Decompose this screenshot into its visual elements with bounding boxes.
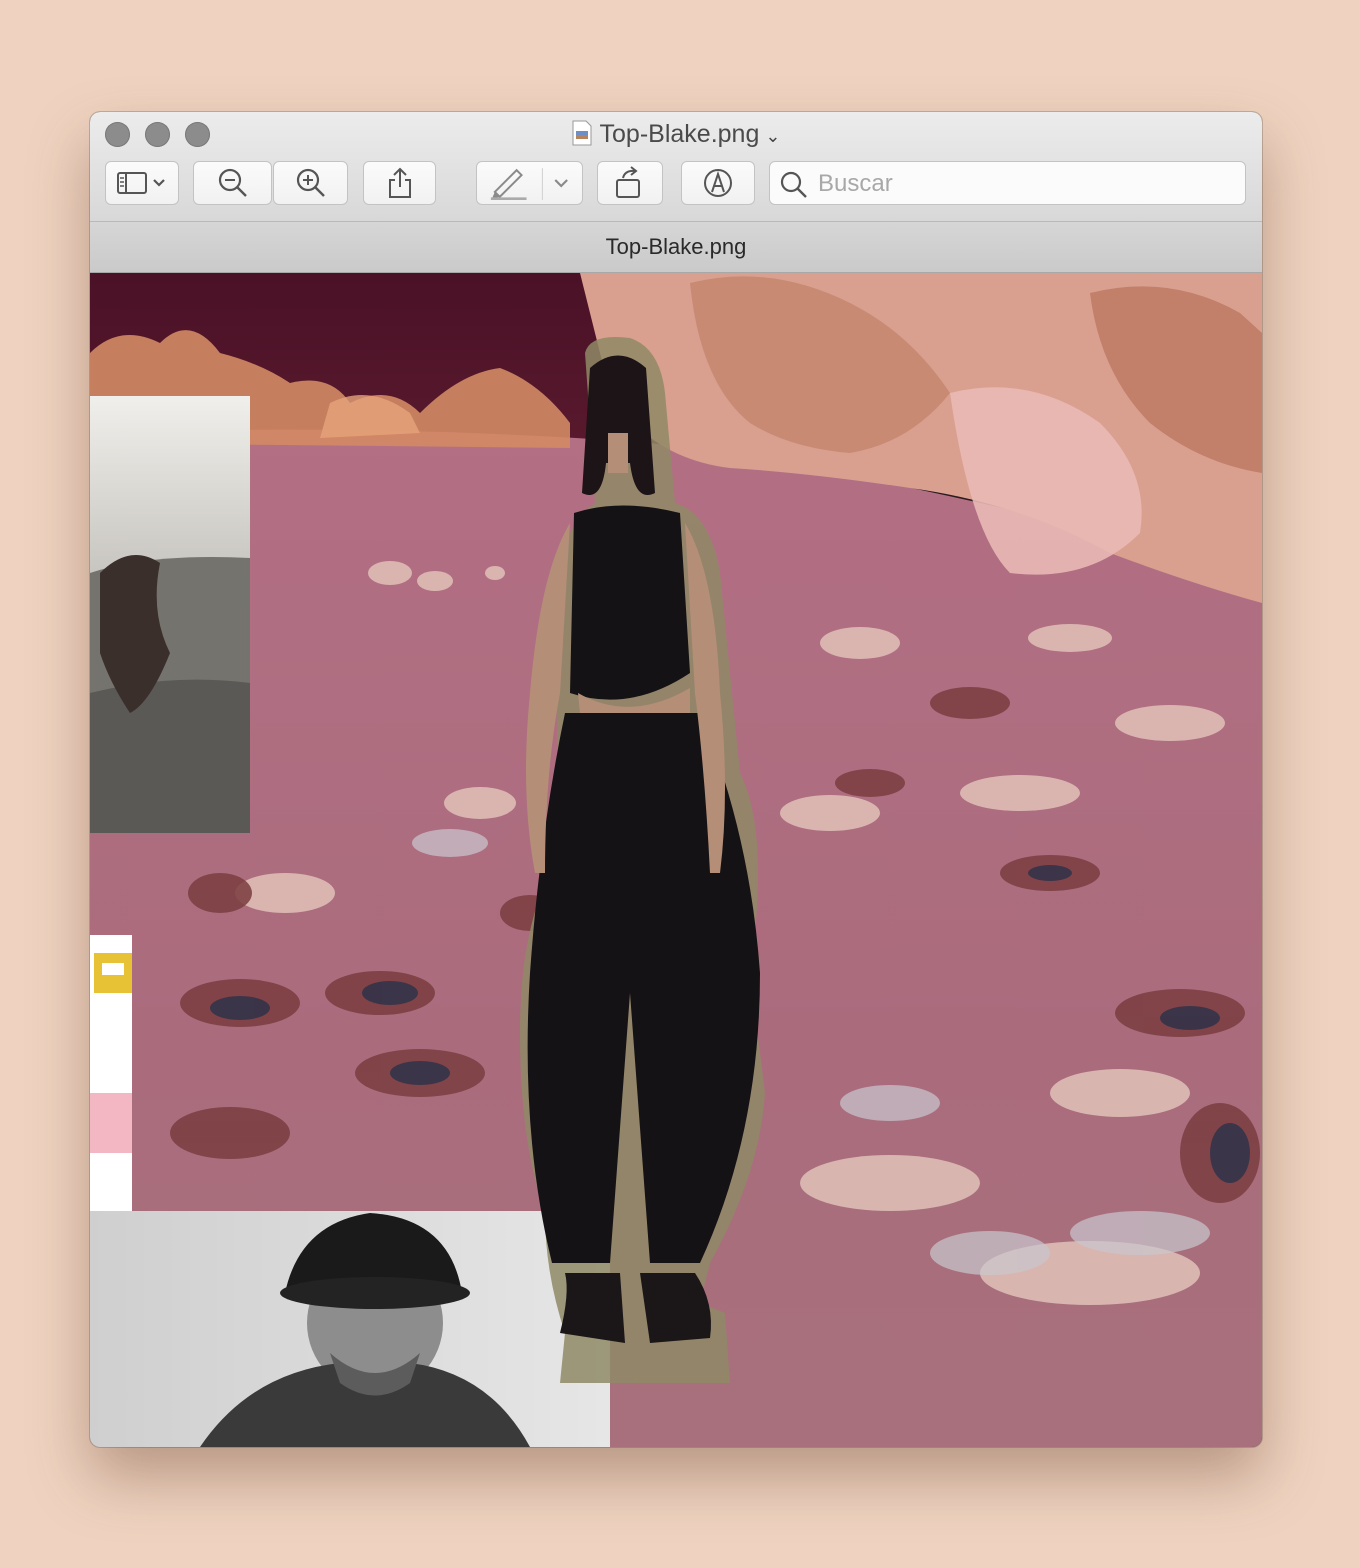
rotate-icon: [616, 166, 640, 198]
zoom-out-button[interactable]: [193, 161, 272, 205]
document-icon: [572, 120, 592, 146]
zoom-in-icon: [296, 168, 325, 197]
markup-toolbar-button[interactable]: [476, 161, 583, 205]
window-title-text: Top-Blake.png: [599, 120, 760, 148]
preview-window: Top-Blake.png ⌄ Buscar Top-Blake.png: [90, 112, 1262, 1447]
search-field[interactable]: [769, 161, 1246, 206]
tab-title: Top-Blake.png: [605, 234, 747, 259]
share-button[interactable]: [363, 161, 436, 205]
search-icon: [780, 171, 807, 198]
sidebar-icon: [117, 172, 165, 194]
zoom-out-icon: [218, 168, 247, 197]
zoom-in-button[interactable]: [273, 161, 348, 205]
title-bar: Top-Blake.png ⌄: [90, 112, 1262, 222]
rotate-button[interactable]: [597, 161, 663, 205]
share-icon: [388, 167, 411, 198]
document-tab: Top-Blake.png: [90, 222, 1262, 273]
image-canvas[interactable]: [90, 273, 1262, 1447]
collage-image: [90, 273, 1262, 1447]
sidebar-button[interactable]: [105, 161, 179, 205]
pen-icon: [490, 168, 568, 200]
window-title[interactable]: Top-Blake.png ⌄: [90, 120, 1262, 149]
chevron-down-icon: ⌄: [765, 126, 781, 146]
markup-icon: [704, 169, 732, 197]
annotate-button[interactable]: [681, 161, 755, 205]
search-input[interactable]: [816, 162, 1240, 206]
